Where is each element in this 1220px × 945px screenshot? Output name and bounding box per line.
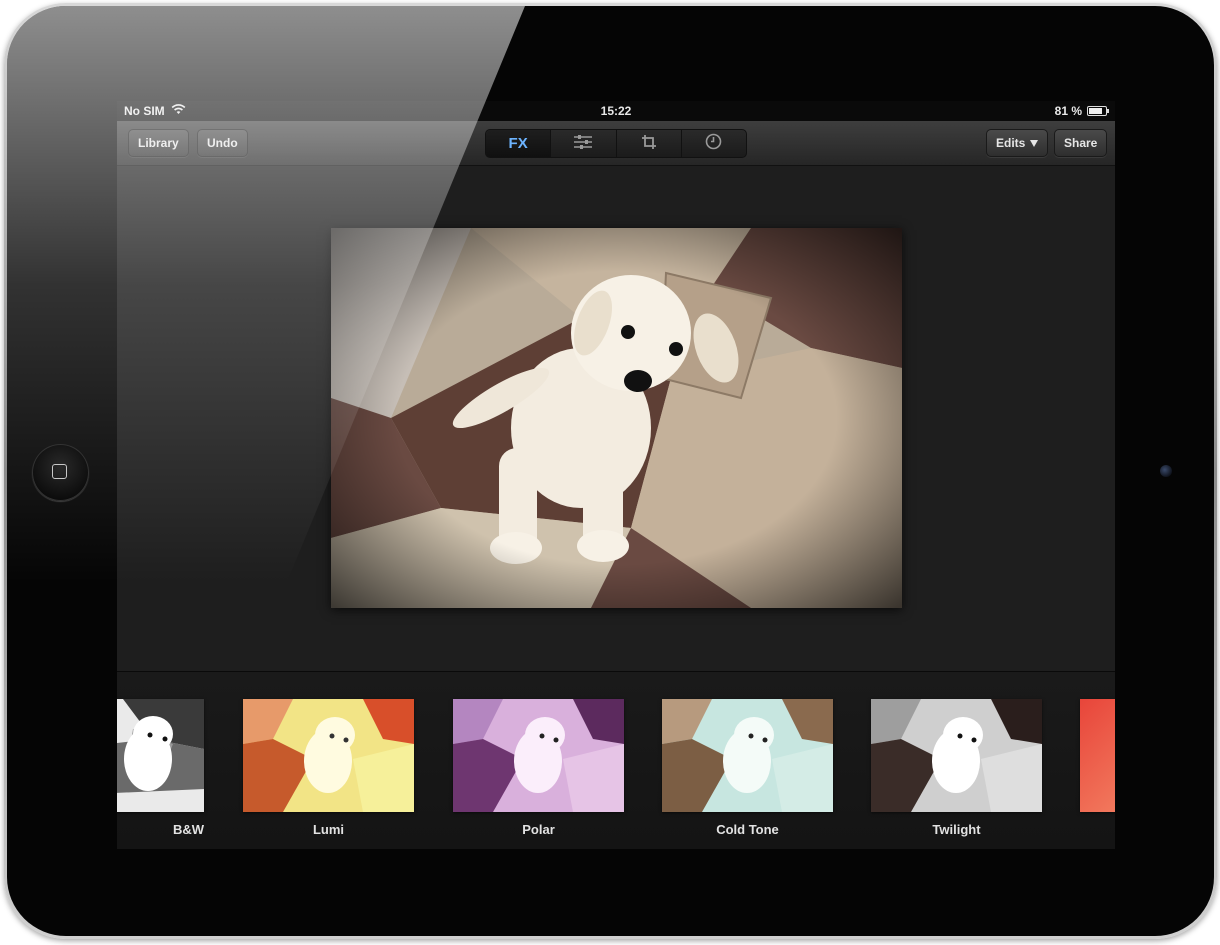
library-button[interactable]: Library (128, 129, 189, 157)
photo-canvas (117, 166, 1115, 671)
home-button[interactable] (32, 444, 89, 501)
filter-next-partial[interactable] (1080, 699, 1115, 812)
filter-label: Twilight (932, 822, 981, 837)
filter-thumbnail (662, 699, 833, 812)
tab-crop[interactable] (617, 130, 682, 157)
camera-icon (1160, 465, 1172, 477)
tab-fx[interactable]: FX (486, 130, 552, 157)
tab-fx-label: FX (508, 135, 528, 152)
ipad-frame: No SIM 15:22 81 % Library Undo FX Edits … (4, 3, 1217, 939)
filter-thumbnail (243, 699, 414, 812)
filter-thumbnail (453, 699, 624, 812)
filter-bw[interactable]: B&W (117, 699, 204, 837)
share-button[interactable]: Share (1054, 129, 1108, 157)
sliders-icon (573, 134, 593, 154)
filter-twilight[interactable]: Twilight (871, 699, 1042, 837)
filter-cold-tone[interactable]: Cold Tone (662, 699, 833, 837)
filter-label: Polar (522, 822, 555, 837)
toolbar: Library Undo FX Edits Share (117, 121, 1115, 166)
battery-icon (1087, 106, 1109, 116)
filter-thumbnail (1080, 699, 1115, 812)
battery-percent: 81 % (1054, 104, 1082, 118)
edits-label: Edits (996, 136, 1026, 150)
filter-thumbnail (117, 699, 204, 812)
chevron-down-icon (1030, 140, 1039, 148)
filter-strip: B&W Lumi Polar Cold Tone Twilight (117, 671, 1115, 849)
filter-thumbnail (871, 699, 1042, 812)
tab-adjust[interactable] (551, 130, 617, 157)
status-bar: No SIM 15:22 81 % (117, 101, 1115, 121)
home-square-icon (52, 464, 67, 479)
app-screen: No SIM 15:22 81 % Library Undo FX Edits … (117, 101, 1115, 849)
tab-history[interactable] (682, 130, 746, 157)
undo-button[interactable]: Undo (197, 129, 248, 157)
main-photo[interactable] (331, 228, 902, 608)
edits-dropdown[interactable]: Edits (986, 129, 1049, 157)
crop-icon (641, 134, 657, 154)
filter-label: Lumi (312, 822, 345, 837)
ipad-bezel: No SIM 15:22 81 % Library Undo FX Edits … (7, 6, 1214, 936)
filter-label: B&W (172, 822, 204, 837)
filter-lumi[interactable]: Lumi (243, 699, 414, 837)
status-time: 15:22 (600, 104, 632, 118)
mode-segmented-control: FX (485, 129, 747, 158)
filter-polar[interactable]: Polar (453, 699, 624, 837)
filter-label: Cold Tone (716, 822, 779, 837)
history-clock-icon (705, 133, 722, 154)
